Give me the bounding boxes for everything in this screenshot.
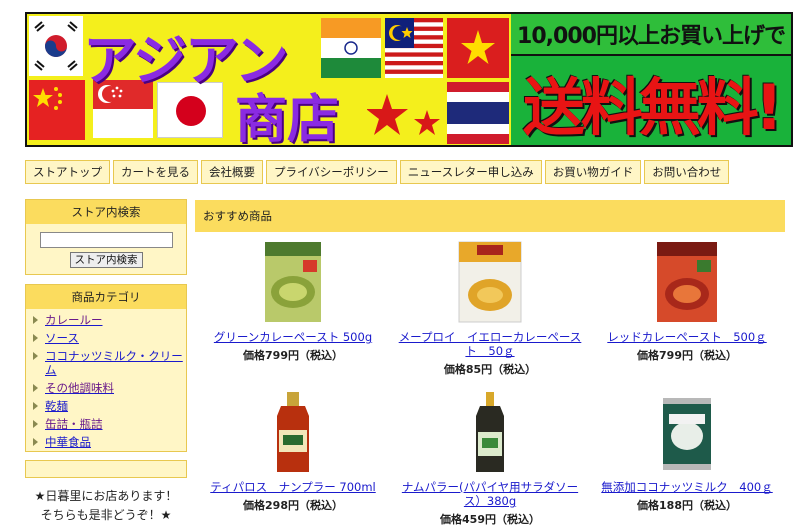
store-location-note: ★日暮里にお店あります！ そちらも是非どうぞ！★ [25,487,187,525]
nav-view-cart[interactable]: カートを見る [113,160,198,184]
bullet-arrow-icon [33,402,38,410]
store-banner[interactable]: アジアン 商店 10,000円以上お買い上げで 送料無料! [25,12,793,147]
product-name-link[interactable]: ティパロス ナンプラー 700ml [198,480,388,494]
category-item-canned-bottled[interactable]: 缶詰・瓶詰 [32,417,186,431]
category-item-curry-roux[interactable]: カレールー [32,313,186,327]
product-image[interactable] [457,240,523,324]
product-image[interactable] [263,240,323,324]
product-image[interactable] [460,390,520,474]
store-note-line1: ★日暮里にお店あります！ [34,489,178,503]
china-flag-icon [29,80,85,140]
store-note-line2: そちらも是非どうぞ！★ [40,508,172,522]
bullet-arrow-icon [33,316,38,324]
recommended-heading: おすすめ商品 [195,200,785,232]
empty-side-panel [25,460,187,478]
nav-contact[interactable]: お問い合わせ [644,160,730,184]
store-search-heading: ストア内検索 [26,200,186,224]
india-flag-icon [321,18,381,78]
store-search-input[interactable] [39,232,173,248]
category-item-dried-noodles[interactable]: 乾麺 [32,399,186,413]
product-card: メープロイ イエローカレーペースト 50ｇ 価格85円（税込） [395,240,585,377]
category-panel: 商品カテゴリ カレールー ソース ココナッツミルク・クリーム その他調味料 乾麺… [25,284,187,452]
korea-flag-icon [29,16,83,76]
product-image[interactable] [263,390,323,474]
product-image[interactable] [657,390,717,474]
bullet-arrow-icon [33,352,38,360]
product-card: 無添加ココナッツミルク 400ｇ 価格188円（税込） [592,390,782,513]
product-image[interactable] [655,240,719,324]
malaysia-flag-icon [385,18,443,78]
store-nav: ストアトップ カートを見る 会社概要 プライバシーポリシー ニュースレター申し込… [25,160,730,184]
product-name-link[interactable]: メープロイ イエローカレーペースト 50ｇ [395,330,585,358]
vietnam-flag-icon [447,18,509,78]
bullet-arrow-icon [33,384,38,392]
nav-shopping-guide[interactable]: お買い物ガイド [544,160,642,184]
bullet-arrow-icon [33,334,38,342]
product-name-link[interactable]: ナムパラー(パパイヤ用サラダソース）380g [395,480,585,508]
category-heading: 商品カテゴリ [26,285,186,309]
product-price: 価格799円（税込） [243,349,343,362]
store-search-panel: ストア内検索 ストア内検索 [25,199,187,275]
nav-newsletter[interactable]: ニュースレター申し込み [399,160,542,184]
product-name-link[interactable]: レッドカレーペースト 500ｇ [592,330,782,344]
product-card: ナムパラー(パパイヤ用サラダソース）380g 価格459円（税込） [395,390,585,527]
category-item-other-seasoning[interactable]: その他調味料 [32,381,186,395]
free-shipping-condition: 10,000円以上お買い上げで [511,14,791,56]
nav-company-info[interactable]: 会社概要 [201,160,263,184]
product-price: 価格188円（税込） [637,499,737,512]
product-name-link[interactable]: グリーンカレーペースト 500g [198,330,388,344]
thailand-flag-icon [447,82,509,144]
product-card: ティパロス ナンプラー 700ml 価格298円（税込） [198,390,388,513]
nav-store-top[interactable]: ストアトップ [25,160,110,184]
product-price: 価格459円（税込） [440,513,540,526]
store-search-button[interactable]: ストア内検索 [69,252,143,268]
product-card: グリーンカレーペースト 500g 価格799円（税込） [198,240,388,363]
category-list: カレールー ソース ココナッツミルク・クリーム その他調味料 乾麺 缶詰・瓶詰 … [26,309,186,449]
product-card: レッドカレーペースト 500ｇ 価格799円（税込） [592,240,782,363]
bullet-arrow-icon [33,420,38,428]
bullet-arrow-icon [33,438,38,446]
product-price: 価格85円（税込） [443,363,537,376]
product-price: 価格799円（税込） [637,349,737,362]
star-decoration-icon [367,94,440,135]
store-title-line2: 商店 [235,90,340,147]
product-name-link[interactable]: 無添加ココナッツミルク 400ｇ [592,480,782,494]
category-item-chinese-food[interactable]: 中華食品 [32,435,186,449]
free-shipping-text: 送料無料! [511,56,791,145]
product-price: 価格298円（税込） [243,499,343,512]
category-item-coconut-milk[interactable]: ココナッツミルク・クリーム [32,349,186,377]
category-item-sauce[interactable]: ソース [32,331,186,345]
nav-privacy-policy[interactable]: プライバシーポリシー [266,160,397,184]
